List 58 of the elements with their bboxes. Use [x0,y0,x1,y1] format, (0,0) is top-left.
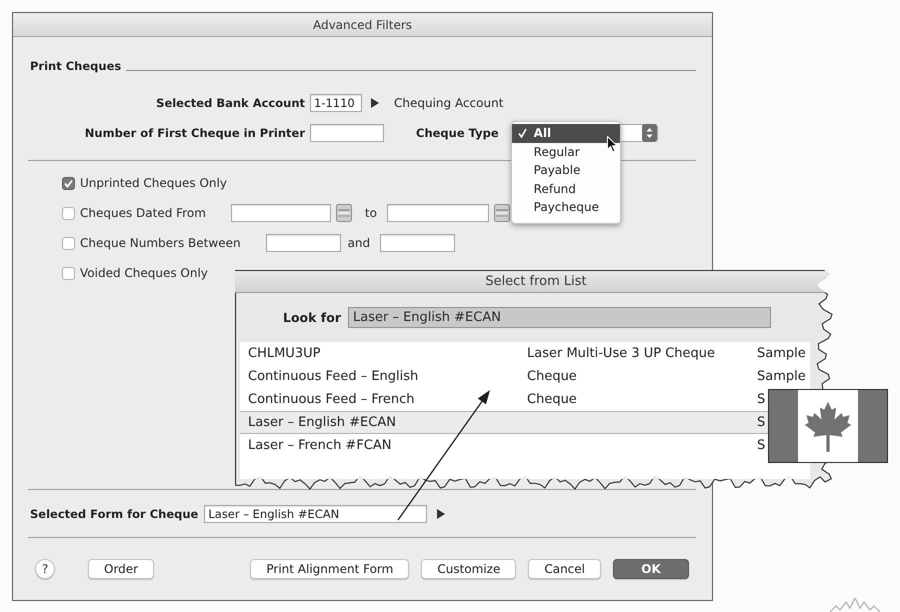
field-label: Selected Bank Account [155,96,305,110]
list-cell: S [757,438,766,453]
checkbox[interactable] [62,206,75,220]
checkbox[interactable] [62,176,75,190]
push-button[interactable]: Customize [421,558,516,578]
field-label: Look for [283,310,341,325]
calendar-icon[interactable] [494,204,510,222]
right-triangle-icon[interactable] [437,509,446,519]
field-label: Selected Form for Cheque [30,507,198,521]
number-field[interactable] [380,234,456,252]
checkbox-label: Cheques Dated From [80,206,206,220]
search-field[interactable]: Laser – English #ECAN [348,307,771,328]
field-label: Number of First Cheque in Printer [84,126,305,140]
account-name: Chequing Account [394,96,504,110]
checkbox-label: Cheque Numbers Between [80,236,241,250]
mouse-pointer-icon [606,136,618,153]
joiner-text: to [364,206,377,220]
list-cell: Sample [757,369,806,384]
menu-item[interactable]: Refund [512,180,620,198]
joiner-text: and [348,236,370,250]
list-cell: Laser – English #ECAN [248,415,396,430]
window-title: Select from List [485,274,587,289]
account-field[interactable]: 1-1110 [310,94,362,112]
window-title: Advanced Filters [312,18,412,32]
menu-item[interactable]: All [512,124,620,142]
menu-item[interactable]: Regular [512,142,620,161]
zigzag-outline-drawing [830,598,880,612]
checkbox[interactable] [62,236,75,250]
checkbox-label: Unprinted Cheques Only [80,176,227,190]
number-field[interactable] [266,234,341,252]
push-button[interactable]: Cancel [528,558,601,578]
cheque-number-field[interactable] [310,124,384,142]
right-triangle-icon[interactable] [371,98,379,108]
field-label: Cheque Type [416,126,499,140]
list-cell: Cheque [527,392,577,407]
calendar-icon[interactable] [336,204,352,222]
list-cell: S [757,415,766,430]
list-cell: Cheque [527,369,577,384]
list-cell: CHLMU3UP [248,346,320,361]
date-field[interactable] [386,204,489,222]
menu-item[interactable]: Paycheque [512,198,620,216]
list-cell: Sample [757,346,806,361]
checkbox[interactable] [62,266,75,280]
section-heading: Print Cheques [30,59,122,73]
help-button[interactable]: ? [35,558,55,578]
list-cell: Laser – French #FCAN [248,438,392,453]
list-cell: Continuous Feed – French [248,392,415,407]
list-cell: Laser Multi-Use 3 UP Cheque [527,346,716,361]
push-button[interactable]: Print Alignment Form [250,558,410,578]
date-field[interactable] [230,204,331,222]
default-button[interactable]: OK [613,558,689,578]
form-field[interactable]: Laser – English #ECAN [204,505,428,523]
list-cell: Continuous Feed – English [248,369,418,384]
checkmark-icon [518,128,527,138]
menu-item[interactable]: Payable [512,161,620,180]
checkbox-label: Voided Cheques Only [80,266,208,280]
list-cell: S [757,392,766,407]
push-button[interactable]: Order [88,558,154,578]
